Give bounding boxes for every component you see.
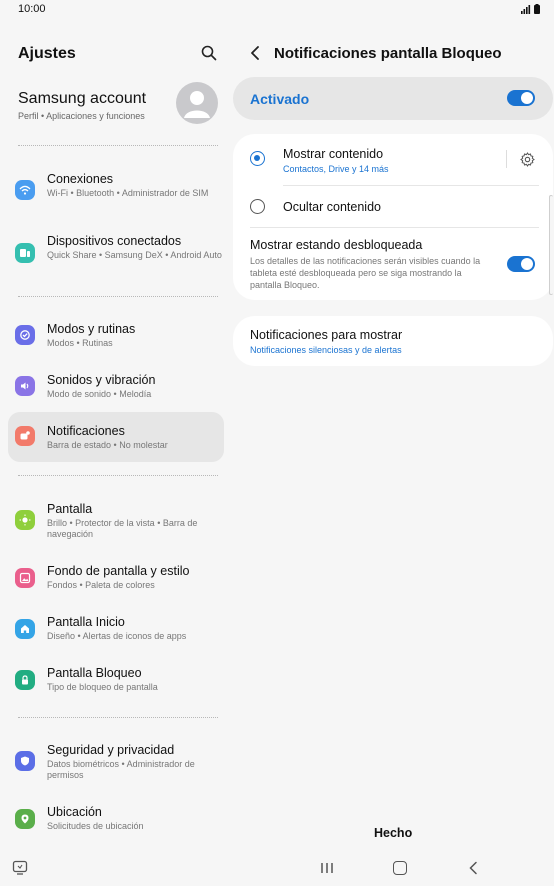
item-title: Conexiones	[47, 172, 114, 186]
show-content-sub: Contactos, Drive y 14 más	[283, 164, 389, 174]
account-name: Samsung account	[18, 90, 147, 107]
location-icon	[15, 809, 35, 829]
option-show-content[interactable]: Mostrar contenido Contactos, Drive y 14 …	[233, 134, 503, 184]
system-icons	[521, 4, 540, 14]
detail-title: Notificaciones pantalla Bloqueo	[274, 45, 502, 62]
signal-icon	[521, 5, 531, 14]
item-sub: Wi-Fi • Bluetooth • Administrador de SIM	[47, 188, 209, 198]
settings-item-location[interactable]: Ubicación Solicitudes de ubicación	[8, 799, 224, 839]
item-sub: Brillo • Protector de la vista • Barra d…	[47, 518, 198, 539]
avatar[interactable]	[176, 82, 218, 124]
back-arrow-icon[interactable]	[248, 44, 262, 62]
item-title: Sonidos y vibración	[47, 373, 156, 387]
master-switch-label: Activado	[250, 91, 310, 107]
show-content-radio[interactable]	[250, 151, 265, 166]
settings-item-lock-screen[interactable]: Pantalla Bloqueo Tipo de bloqueo de pant…	[8, 660, 224, 700]
separator	[506, 150, 507, 168]
show-content-title: Mostrar contenido	[283, 147, 384, 161]
divider	[18, 717, 218, 718]
item-sub: Fondos • Paleta de colores	[47, 580, 155, 590]
item-sub: Barra de estado • No molestar	[47, 440, 168, 450]
notifications-icon	[15, 426, 35, 446]
notifications-to-show-card[interactable]: Notificaciones para mostrar Notificacion…	[233, 316, 553, 366]
keyboard-switch-icon[interactable]	[12, 860, 28, 876]
settings-item-security-privacy[interactable]: Seguridad y privacidad Datos biométricos…	[8, 737, 224, 785]
devices-icon	[15, 243, 35, 263]
home-button-icon[interactable]	[393, 861, 407, 875]
status-bar: 10:00	[0, 0, 554, 20]
option-show-unlocked[interactable]: Mostrar estando desbloqueada Los detalle…	[233, 228, 553, 298]
option-hide-content[interactable]: Ocultar contenido	[233, 186, 553, 226]
settings-item-sounds[interactable]: Sonidos y vibración Modo de sonido • Mel…	[8, 367, 224, 407]
sound-icon	[15, 376, 35, 396]
settings-item-wallpaper[interactable]: Fondo de pantalla y estilo Fondos • Pale…	[8, 558, 224, 598]
item-title: Ubicación	[47, 805, 102, 819]
settings-item-display[interactable]: Pantalla Brillo • Protector de la vista …	[8, 496, 224, 544]
divider	[18, 296, 218, 297]
settings-item-connections[interactable]: Conexiones Wi-Fi • Bluetooth • Administr…	[8, 166, 224, 214]
notif-to-show-sub: Notificaciones silenciosas y de alertas	[250, 345, 402, 355]
done-button[interactable]: Hecho	[374, 826, 412, 840]
divider	[18, 145, 218, 146]
settings-item-home-screen[interactable]: Pantalla Inicio Diseño • Alertas de icon…	[8, 609, 224, 649]
settings-item-connected-devices[interactable]: Dispositivos conectados Quick Share • Sa…	[8, 228, 224, 276]
content-options-card: Mostrar contenido Contactos, Drive y 14 …	[233, 134, 553, 300]
lock-icon	[15, 670, 35, 690]
item-sub: Tipo de bloqueo de pantalla	[47, 682, 158, 692]
settings-list-pane: Ajustes Samsung account Perfil • Aplicac…	[0, 28, 232, 848]
show-unlocked-desc: Los detalles de las notificaciones serán…	[250, 256, 481, 290]
show-unlocked-toggle[interactable]	[507, 256, 535, 272]
wallpaper-icon	[15, 568, 35, 588]
person-icon	[184, 91, 210, 118]
shield-icon	[15, 751, 35, 771]
master-switch-card[interactable]: Activado	[233, 77, 553, 120]
modes-icon	[15, 325, 35, 345]
item-title: Notificaciones	[47, 424, 125, 438]
item-title: Pantalla Inicio	[47, 615, 125, 629]
item-title: Fondo de pantalla y estilo	[47, 564, 190, 578]
divider	[18, 475, 218, 476]
hide-content-title: Ocultar contenido	[283, 200, 381, 214]
item-title: Pantalla Bloqueo	[47, 666, 142, 680]
account-sub: Perfil • Aplicaciones y funciones	[18, 111, 145, 121]
item-sub: Diseño • Alertas de iconos de apps	[47, 631, 187, 641]
settings-item-modes-routines[interactable]: Modos y rutinas Modos • Rutinas	[8, 316, 224, 356]
page-title: Ajustes	[18, 45, 76, 62]
battery-icon	[534, 4, 540, 14]
item-sub: Modos • Rutinas	[47, 338, 113, 348]
show-unlocked-title: Mostrar estando desbloqueada	[250, 238, 423, 252]
item-sub: Solicitudes de ubicación	[47, 821, 144, 831]
display-icon	[15, 510, 35, 530]
navigation-bar	[0, 850, 554, 886]
home-icon	[15, 619, 35, 639]
item-title: Modos y rutinas	[47, 322, 136, 336]
master-toggle[interactable]	[507, 90, 535, 106]
item-title: Dispositivos conectados	[47, 234, 182, 248]
item-title: Pantalla	[47, 502, 93, 516]
scroll-indicator[interactable]	[549, 195, 553, 295]
item-sub: Quick Share • Samsung DeX • Android Auto	[47, 250, 222, 260]
recent-apps-icon[interactable]	[320, 862, 334, 874]
gear-icon[interactable]	[520, 152, 535, 167]
item-sub: Datos biométricos • Administrador de per…	[47, 759, 195, 780]
back-nav-icon[interactable]	[468, 861, 478, 875]
status-time: 10:00	[18, 3, 46, 15]
settings-item-notifications[interactable]: Notificaciones Barra de estado • No mole…	[8, 412, 224, 462]
notif-to-show-title: Notificaciones para mostrar	[250, 328, 403, 342]
item-title: Seguridad y privacidad	[47, 743, 175, 757]
item-sub: Modo de sonido • Melodía	[47, 389, 152, 399]
wifi-icon	[15, 180, 35, 200]
search-icon[interactable]	[200, 44, 218, 62]
hide-content-radio[interactable]	[250, 199, 265, 214]
